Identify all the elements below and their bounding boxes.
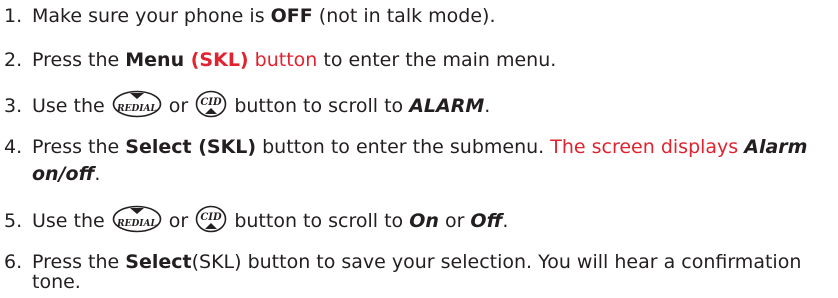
step-4: 4. Press the Select (SKL) button to enter… (0, 134, 807, 188)
step-2: 2. Press the Menu (SKL) button to enter t… (0, 47, 556, 74)
svg-text:REDIAL: REDIAL (116, 104, 157, 114)
instruction-list: 1. Make sure your phone is OFF (not in ta… (0, 0, 838, 298)
step-number: 2. (4, 49, 23, 71)
step-number: 6. (4, 251, 23, 273)
redial-down-button-icon: REDIAL (112, 90, 162, 118)
step-6: 6. Press the Select(SKL) button to save y… (0, 249, 801, 296)
step-6-continuation: tone. (32, 271, 81, 293)
step-number: 3. (4, 95, 23, 117)
cid-up-button-icon: CID (195, 205, 227, 233)
step-number: 1. (4, 5, 23, 27)
step-1: 1. Make sure your phone is OFF (not in ta… (0, 3, 495, 30)
svg-text:CID: CID (201, 212, 223, 223)
step-number: 5. (4, 210, 23, 232)
step-3: 3. Use the REDIAL or CID button to scroll… (0, 90, 490, 120)
step-number: 4. (4, 136, 23, 158)
cid-up-button-icon: CID (195, 90, 227, 118)
svg-text:CID: CID (201, 97, 223, 108)
step-4-continuation: on/off. (32, 163, 101, 185)
step-5: 5. Use the REDIAL or CID button to scroll… (0, 205, 508, 235)
svg-text:REDIAL: REDIAL (116, 219, 157, 229)
redial-down-button-icon: REDIAL (112, 205, 162, 233)
